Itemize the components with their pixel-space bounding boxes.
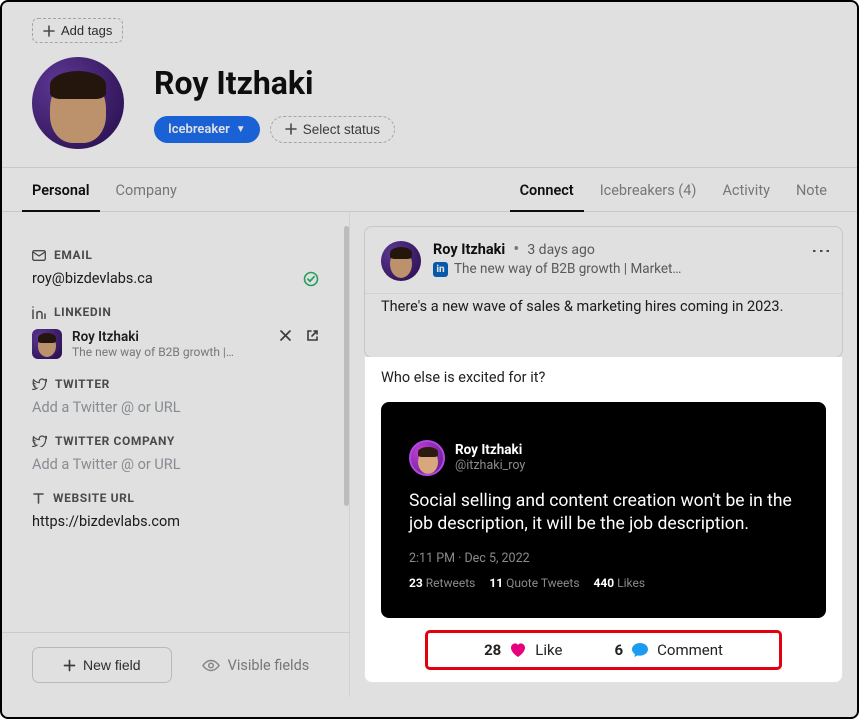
verified-check-icon — [303, 271, 319, 287]
more-menu-button[interactable]: ⋮ — [818, 241, 826, 262]
tab-personal[interactable]: Personal — [32, 168, 90, 211]
tab-icebreakers[interactable]: Icebreakers (4) — [600, 168, 697, 211]
plus-icon — [285, 123, 297, 135]
linkedin-icon — [32, 306, 46, 319]
like-count: 28 — [484, 641, 501, 659]
new-field-button[interactable]: New field — [32, 647, 172, 683]
embedded-tweet: Roy Itzhaki @itzhaki_roy Social selling … — [381, 402, 826, 618]
avatar — [381, 241, 421, 281]
tab-connect[interactable]: Connect — [520, 168, 574, 211]
field-header-twitter-company: TWITTER COMPANY — [32, 434, 319, 448]
tweet-handle: @itzhaki_roy — [455, 458, 525, 473]
comment-label: Comment — [657, 641, 723, 659]
comment-button[interactable]: 6 Comment — [615, 641, 723, 659]
tab-note[interactable]: Note — [796, 168, 827, 211]
avatar — [32, 57, 124, 149]
visible-fields-button[interactable]: Visible fields — [202, 657, 310, 674]
chevron-down-icon: ▼ — [236, 124, 246, 135]
comment-icon — [631, 642, 649, 658]
text-icon — [32, 492, 45, 505]
avatar — [32, 329, 62, 359]
dot-separator: • — [513, 245, 519, 255]
post-text-line2: Who else is excited for it? — [365, 357, 842, 394]
icebreaker-pill[interactable]: Icebreaker ▼ — [154, 116, 260, 143]
twitter-icon — [32, 378, 47, 390]
scrollbar[interactable] — [344, 226, 349, 506]
close-icon[interactable] — [279, 329, 292, 342]
like-label: Like — [535, 641, 562, 659]
tab-activity[interactable]: Activity — [722, 168, 769, 211]
select-status-label: Select status — [303, 122, 380, 137]
tweet-meta: 2:11 PM · Dec 5, 2022 — [409, 551, 798, 566]
select-status-button[interactable]: Select status — [270, 116, 395, 143]
post-author: Roy Itzhaki — [433, 241, 505, 258]
heart-icon — [509, 642, 527, 658]
twitter-company-input[interactable]: Add a Twitter @ or URL — [32, 456, 319, 473]
mail-icon — [32, 250, 46, 261]
add-tags-button[interactable]: Add tags — [32, 18, 123, 43]
plus-icon — [63, 659, 76, 672]
linkedin-name: Roy Itzhaki — [72, 329, 269, 345]
new-field-label: New field — [83, 657, 141, 673]
linkedin-card[interactable]: Roy Itzhaki The new way of B2B growth |… — [32, 329, 319, 359]
page-title: Roy Itzhaki — [154, 64, 395, 102]
comment-count: 6 — [615, 641, 624, 659]
post-time: 3 days ago — [527, 242, 595, 258]
post-subtitle: The new way of B2B growth | Market… — [454, 261, 681, 277]
field-header-email: EMAIL — [32, 248, 319, 262]
pill-label: Icebreaker — [168, 122, 230, 137]
like-button[interactable]: 28 Like — [484, 641, 562, 659]
tweet-name: Roy Itzhaki — [455, 442, 525, 458]
email-value[interactable]: roy@bizdevlabs.ca — [32, 270, 153, 287]
field-header-linkedin: LINKEDIN — [32, 305, 319, 319]
field-header-website: WEBSITE URL — [32, 491, 319, 505]
linkedin-desc: The new way of B2B growth |… — [72, 345, 242, 359]
tweet-text: Social selling and content creation won'… — [409, 490, 798, 537]
eye-icon — [202, 659, 220, 672]
plus-icon — [43, 25, 55, 37]
tweet-stats: 23 Retweets 11 Quote Tweets 440 Likes — [409, 576, 798, 590]
website-value[interactable]: https://bizdevlabs.com — [32, 513, 319, 530]
field-header-twitter: TWITTER — [32, 377, 319, 391]
twitter-icon — [32, 435, 47, 447]
add-tags-label: Add tags — [61, 23, 112, 38]
external-link-icon[interactable] — [306, 329, 319, 342]
visible-fields-label: Visible fields — [228, 657, 310, 674]
linkedin-badge-icon: in — [433, 262, 448, 277]
post-actions-highlighted: 28 Like 6 Comment — [425, 630, 782, 670]
tab-company[interactable]: Company — [116, 168, 177, 211]
avatar — [409, 440, 445, 476]
post-text-line1: There's a new wave of sales & marketing … — [365, 293, 842, 327]
twitter-input[interactable]: Add a Twitter @ or URL — [32, 399, 319, 416]
